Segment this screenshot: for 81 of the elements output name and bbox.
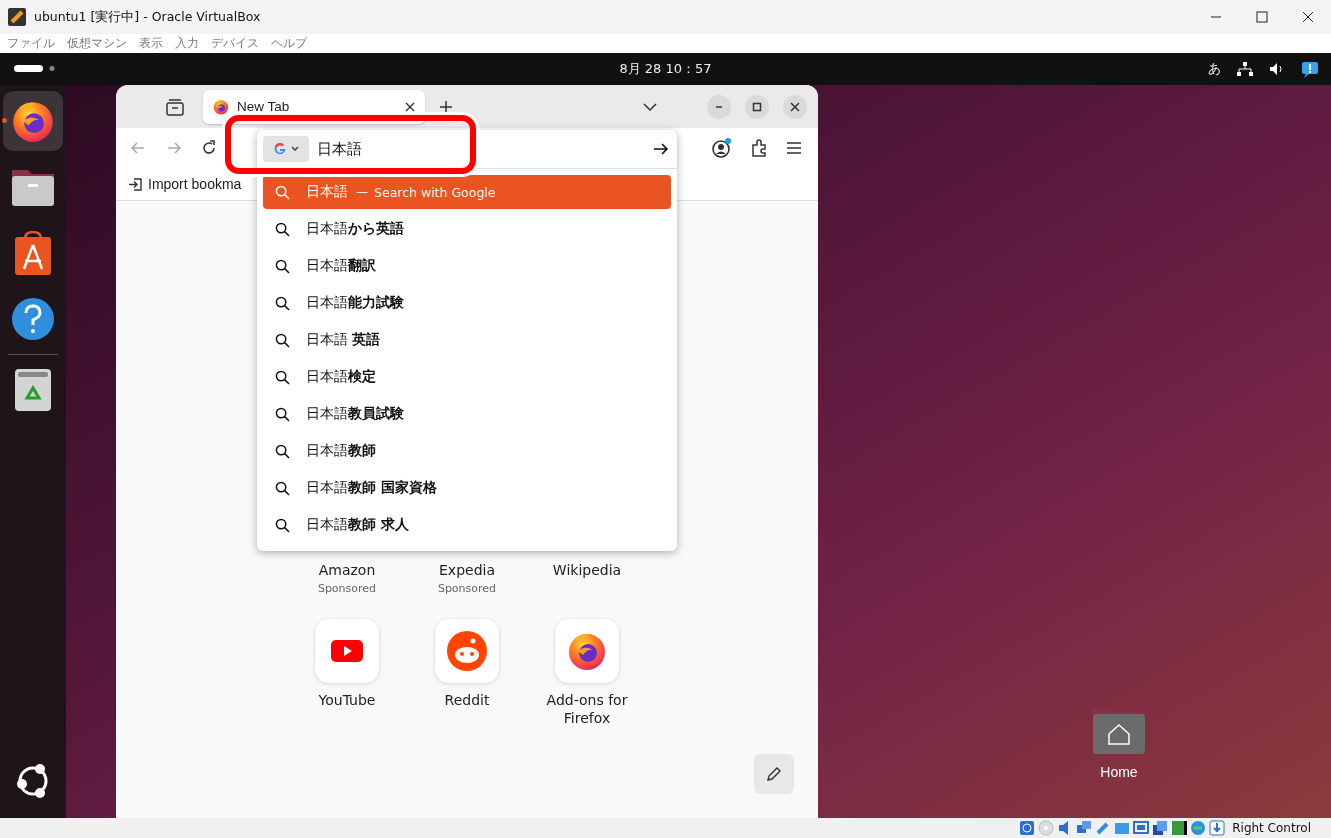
app-icon [8, 8, 26, 26]
shortcut-tile[interactable]: Reddit [407, 619, 527, 727]
maximize-icon [752, 101, 762, 112]
maximize-icon [1256, 11, 1268, 23]
plus-icon [439, 99, 453, 114]
import-icon [128, 176, 143, 192]
search-engine-logo [273, 142, 287, 156]
new-tab-button[interactable] [439, 99, 453, 114]
close-icon[interactable] [405, 101, 415, 112]
minimize-icon [715, 105, 723, 108]
extensions-icon[interactable] [750, 139, 768, 157]
go-arrow-icon[interactable] [653, 141, 669, 157]
host-key-label: Right Control [1232, 821, 1311, 835]
edit-button[interactable] [754, 754, 794, 794]
notification-icon[interactable] [1301, 60, 1319, 78]
chevron-down-icon [643, 102, 657, 111]
shortcut-tile[interactable]: YouTube [287, 619, 407, 727]
pencil-icon [765, 765, 783, 783]
chevron-down-icon [291, 146, 299, 152]
shortcut-tile[interactable]: Amazon Sponsored [287, 561, 407, 595]
suggestion-item[interactable]: 日本語検定 [263, 360, 671, 394]
suggestion-item[interactable]: 日本語翻訳 [263, 249, 671, 283]
menu-icon[interactable] [786, 141, 802, 155]
suggestion-item[interactable]: 日本語教師 国家資格 [263, 471, 671, 505]
close-icon [790, 101, 800, 112]
windows-icon [1152, 820, 1169, 836]
close-button[interactable] [783, 94, 807, 119]
menu-item[interactable]: 入力 [175, 35, 199, 52]
display-icon [1133, 820, 1150, 836]
shortcut-tile[interactable]: Wikipedia [527, 561, 647, 595]
menu-item[interactable]: 表示 [139, 35, 163, 52]
trash-icon [14, 368, 52, 412]
tab-overview-button[interactable] [165, 97, 185, 116]
shortcut-tile[interactable]: Expedia Sponsored [407, 561, 527, 595]
search-icon [275, 332, 290, 348]
tab-overview-icon [165, 97, 185, 116]
input-method-indicator[interactable]: あ [1208, 60, 1221, 78]
search-icon [275, 221, 290, 237]
shopping-bag-icon [14, 231, 52, 275]
suggestion-item[interactable]: 日本語教師 求人 [263, 508, 671, 542]
search-icon [275, 480, 290, 496]
search-icon [275, 258, 290, 274]
suggestion-item[interactable]: 日本語から英語 [263, 212, 671, 246]
menu-item[interactable]: ヘルプ [271, 35, 307, 52]
tab-favicon-icon [213, 98, 229, 115]
shortcut-tile[interactable]: Add-ons for Firefox [527, 619, 647, 727]
clock[interactable]: 8月 28 10：57 [619, 61, 712, 76]
search-icon [275, 517, 290, 533]
menu-item[interactable]: 仮想マシン [67, 35, 127, 52]
search-icon [275, 443, 290, 459]
globe-icon [1190, 820, 1207, 836]
play-button-icon [331, 640, 363, 662]
suggestion-item[interactable]: 日本語教師 [263, 434, 671, 468]
maximize-button[interactable] [745, 94, 769, 119]
disc-icon [1038, 820, 1055, 836]
window-title: ubuntu1 [実行中] - Oracle VirtualBox [34, 8, 262, 26]
workspace-indicator[interactable] [14, 65, 56, 73]
firefox-icon [567, 631, 607, 671]
search-icon [275, 406, 290, 422]
menu-item[interactable]: デバイス [211, 35, 259, 52]
help-icon [11, 297, 55, 341]
bookmark-item[interactable]: Import bookma [128, 176, 242, 192]
volume-icon[interactable] [1269, 62, 1285, 76]
dock-item[interactable] [3, 91, 63, 151]
alien-face-icon [447, 631, 487, 671]
tab-list-button[interactable] [643, 102, 657, 111]
firefox-icon [11, 99, 55, 143]
home-folder-icon [1091, 706, 1147, 756]
search-engine-button[interactable] [263, 136, 309, 162]
search-icon [275, 295, 290, 311]
reload-icon[interactable] [201, 140, 217, 156]
suggestion-item[interactable]: 日本語 — Search with Google [263, 175, 671, 209]
download-icon [1209, 820, 1226, 836]
close-icon [1302, 11, 1314, 23]
suggestion-item[interactable]: 日本語能力試験 [263, 286, 671, 320]
search-icon [275, 184, 290, 200]
suggestion-item[interactable]: 日本語 英語 [263, 323, 671, 357]
menu-item[interactable]: ファイル [7, 35, 55, 52]
suggestion-item[interactable]: 日本語教員試験 [263, 397, 671, 431]
search-icon [275, 369, 290, 385]
account-icon[interactable] [712, 138, 732, 158]
